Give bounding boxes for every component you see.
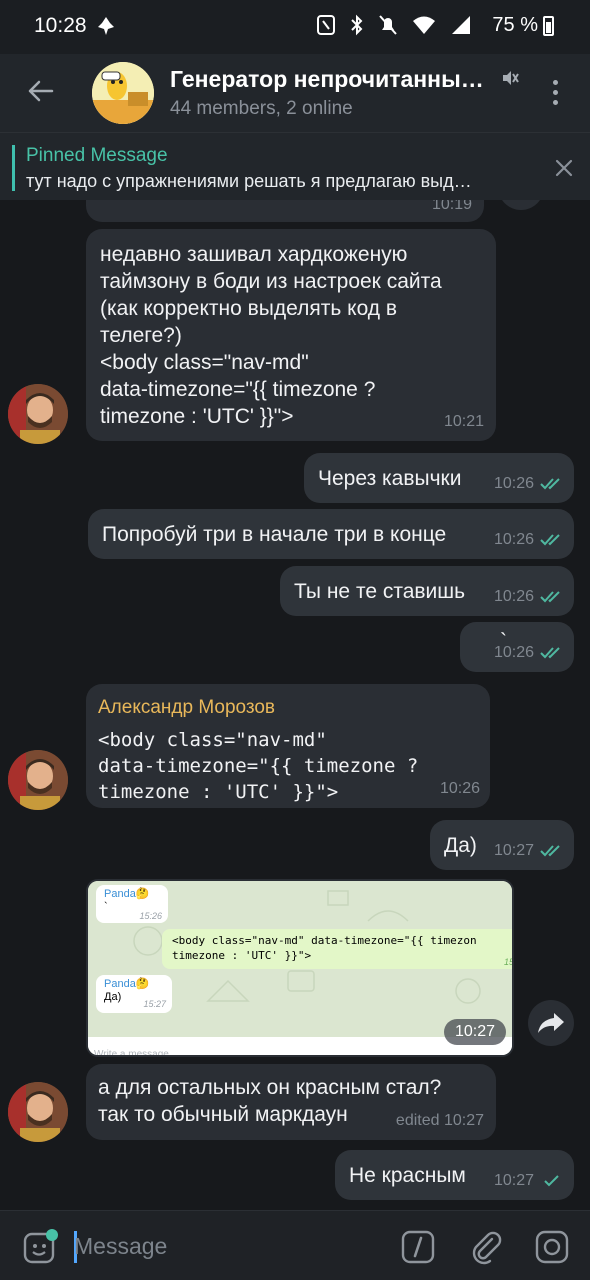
message-time: 10:27 [494, 837, 564, 864]
attach-paperclip-icon[interactable] [468, 1229, 504, 1265]
message-time: 10:26 [494, 639, 564, 666]
double-check-icon [540, 478, 560, 490]
message-time: 10:26 [494, 526, 564, 553]
avatar[interactable] [8, 750, 68, 810]
avatar[interactable] [8, 1082, 68, 1142]
nfc-icon [317, 15, 335, 35]
message-bubble[interactable]: недавно зашивал хардкоженую таймзону в б… [86, 229, 496, 441]
message-bubble-outgoing[interactable]: Не красным 10:27 [335, 1150, 574, 1200]
signal-icon [452, 16, 470, 34]
close-icon[interactable] [554, 158, 574, 178]
forward-button[interactable] [528, 1000, 574, 1046]
sticker-emoji-icon[interactable] [22, 1229, 58, 1265]
message-line: (как корректно выделять код в [100, 297, 398, 320]
message-bubble-outgoing[interactable]: Да) 10:27 [430, 820, 574, 870]
bot-command-icon[interactable] [400, 1229, 436, 1265]
double-check-icon [540, 647, 560, 659]
camera-icon[interactable] [534, 1229, 570, 1265]
share-arrow-icon [538, 1013, 564, 1033]
back-arrow-icon[interactable] [26, 76, 56, 106]
message-time: 10:27 [494, 1167, 564, 1194]
photo-time-badge: 10:27 [444, 1019, 506, 1045]
message-time: 10:19 [431, 200, 472, 213]
message-text: Через кавычки [318, 467, 462, 490]
group-avatar[interactable] [92, 62, 154, 124]
sender-name[interactable]: Александр Морозов [98, 694, 478, 721]
message-line: недавно зашивал хардкоженую [100, 243, 408, 266]
message-bubble[interactable]: Александр Морозов <body class="nav-md" d… [86, 684, 490, 808]
message-bubble-outgoing[interactable]: Попробуй три в начале три в конце 10:26 [88, 509, 574, 559]
pinned-title: Pinned Message [26, 145, 168, 166]
photo-bubble-1: Panda🤔 ` 15:26 [96, 885, 168, 923]
message-line: а для остальных он красным стал? [98, 1076, 442, 1099]
chat-subtitle: 44 members, 2 online [170, 98, 353, 119]
double-check-icon [540, 591, 560, 603]
message-bubble-outgoing[interactable]: Через кавычки 10:26 [304, 453, 574, 503]
code-line: <body class="nav-md" [98, 729, 327, 751]
double-check-icon [540, 845, 560, 857]
status-icons [316, 14, 472, 36]
message-line: timezone : 'UTC' }}"> [100, 405, 294, 428]
battery-icon [543, 16, 554, 36]
chat-header: Генератор непрочитанны… 44 members, 2 on… [0, 54, 590, 132]
message-bubble-outgoing[interactable]: ` 10:26 [460, 622, 574, 672]
message-text: Не красным [349, 1164, 466, 1187]
status-time: 10:28 [34, 14, 87, 37]
message-line: таймзону в боди из настроек сайта [100, 270, 442, 293]
message-time: 10:26 [494, 583, 564, 610]
code-line: timezone : 'UTC' }}"> [98, 781, 339, 803]
pinned-message-bar[interactable]: Pinned Message тут надо с упражнениями р… [0, 132, 590, 200]
message-list[interactable]: 10:19 недавно зашивал хардкоженую таймзо… [0, 200, 590, 1210]
avatar[interactable] [8, 384, 68, 444]
message-bubble-outgoing[interactable]: Ты не те ставишь 10:26 [280, 566, 574, 616]
message-time: 10:21 [443, 413, 484, 430]
bell-off-icon [379, 15, 397, 35]
photo-bubble-code: <body class="nav-md" data-timezone="{{ t… [162, 929, 512, 969]
message-line: <body class="nav-md" [100, 351, 309, 374]
message-input-bar [0, 1210, 590, 1280]
pinned-accent-bar [12, 145, 15, 191]
wifi-icon [413, 16, 435, 34]
message-line: телеге?) [100, 324, 182, 347]
message-bubble[interactable]: а для остальных он красным стал? так то … [86, 1064, 496, 1140]
message-time: edited 10:27 [395, 1112, 484, 1129]
more-menu-icon[interactable] [548, 78, 562, 108]
message-bubble-partial[interactable]: 10:19 [86, 200, 484, 222]
message-line: data-timezone="{{ timezone ? [100, 378, 376, 401]
pinned-text: тут надо с упражнениями решать я предлаг… [26, 171, 472, 191]
message-text: Ты не те ставишь [294, 580, 466, 603]
message-time: 10:26 [494, 470, 564, 497]
single-check-icon [544, 1175, 559, 1187]
app-notification-icon [98, 17, 114, 35]
photo-message[interactable]: Panda🤔 ` 15:26 <body class="nav-md" data… [86, 879, 514, 1057]
status-bar: 10:28 75 % [0, 0, 590, 54]
scroll-button-partial[interactable] [498, 200, 544, 210]
chat-title[interactable]: Генератор непрочитанны… [170, 66, 484, 93]
message-input[interactable] [74, 1229, 374, 1263]
message-text: Да) [444, 834, 477, 857]
code-line: data-timezone="{{ timezone ? [98, 755, 419, 777]
double-check-icon [540, 534, 560, 546]
message-time: 10:26 [439, 780, 480, 797]
battery-percent: 75 % [492, 14, 538, 36]
photo-bubble-2: Panda🤔 Да) 15:27 [96, 975, 172, 1013]
bluetooth-icon [351, 14, 363, 36]
muted-icon [503, 71, 519, 85]
message-text: Попробуй три в начале три в конце [102, 523, 447, 546]
